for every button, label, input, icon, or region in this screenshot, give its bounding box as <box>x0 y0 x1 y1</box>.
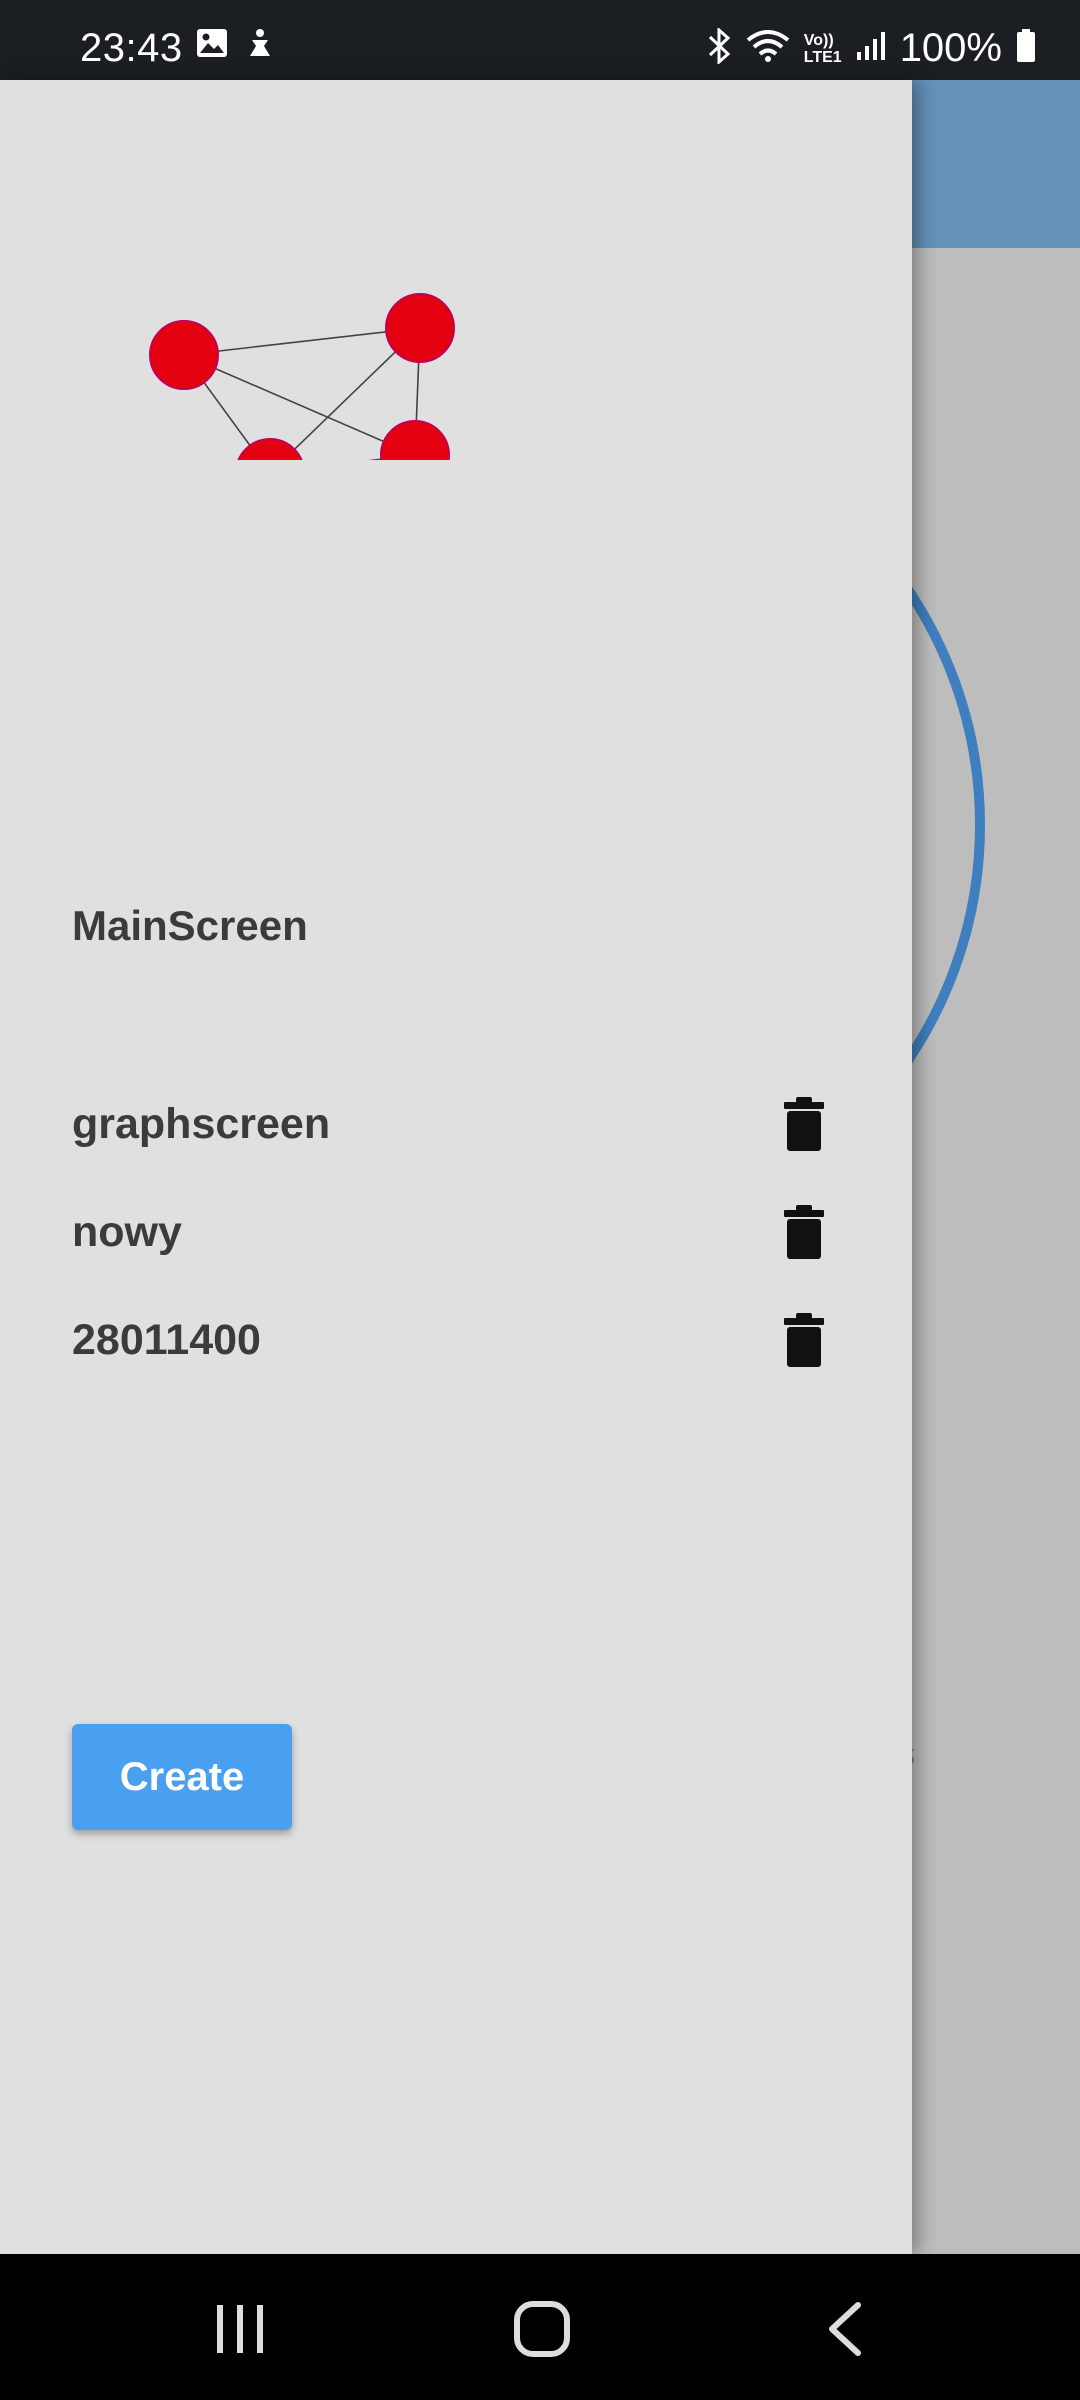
battery-icon <box>1016 29 1036 68</box>
graph-node <box>380 420 450 490</box>
create-button[interactable]: Create <box>72 1724 292 1830</box>
back-icon[interactable] <box>804 2294 884 2364</box>
graph-node <box>149 320 219 390</box>
screen-item-graphscreen[interactable]: graphscreen <box>72 1070 832 1178</box>
gallery-icon <box>196 28 228 65</box>
wifi-icon <box>746 28 790 69</box>
screen-name: graphscreen <box>72 1099 331 1148</box>
signal-icon <box>856 30 886 67</box>
trash-icon[interactable] <box>776 1310 832 1370</box>
bluetooth-icon <box>706 26 732 69</box>
main-screen-item[interactable]: MainScreen <box>72 902 308 950</box>
screen-name: nowy <box>72 1207 182 1256</box>
screen-item-nowy[interactable]: nowy <box>72 1178 832 1286</box>
graph-node <box>235 438 305 508</box>
screen-list: graphscreen nowy 28011400 <box>72 1070 832 1394</box>
accessibility-icon <box>246 28 274 65</box>
navigation-drawer: MainScreen graphscreen nowy 28011400 Cre… <box>0 80 912 2254</box>
trash-icon[interactable] <box>776 1094 832 1154</box>
volte-icon: Vo)) LTE1 <box>803 31 842 66</box>
graph-logo <box>140 200 480 508</box>
home-icon[interactable] <box>502 2294 582 2364</box>
status-bar: 23:43 Vo)) LTE1 100% <box>0 0 1080 80</box>
recents-icon[interactable] <box>200 2294 280 2364</box>
status-time: 23:43 <box>80 26 183 70</box>
screen-name: 28011400 <box>72 1315 261 1364</box>
screen-item-28011400[interactable]: 28011400 <box>72 1286 832 1394</box>
battery-percentage: 100% <box>899 26 1002 70</box>
trash-icon[interactable] <box>776 1202 832 1262</box>
system-nav-bar <box>0 2254 1080 2400</box>
graph-node <box>385 293 455 363</box>
